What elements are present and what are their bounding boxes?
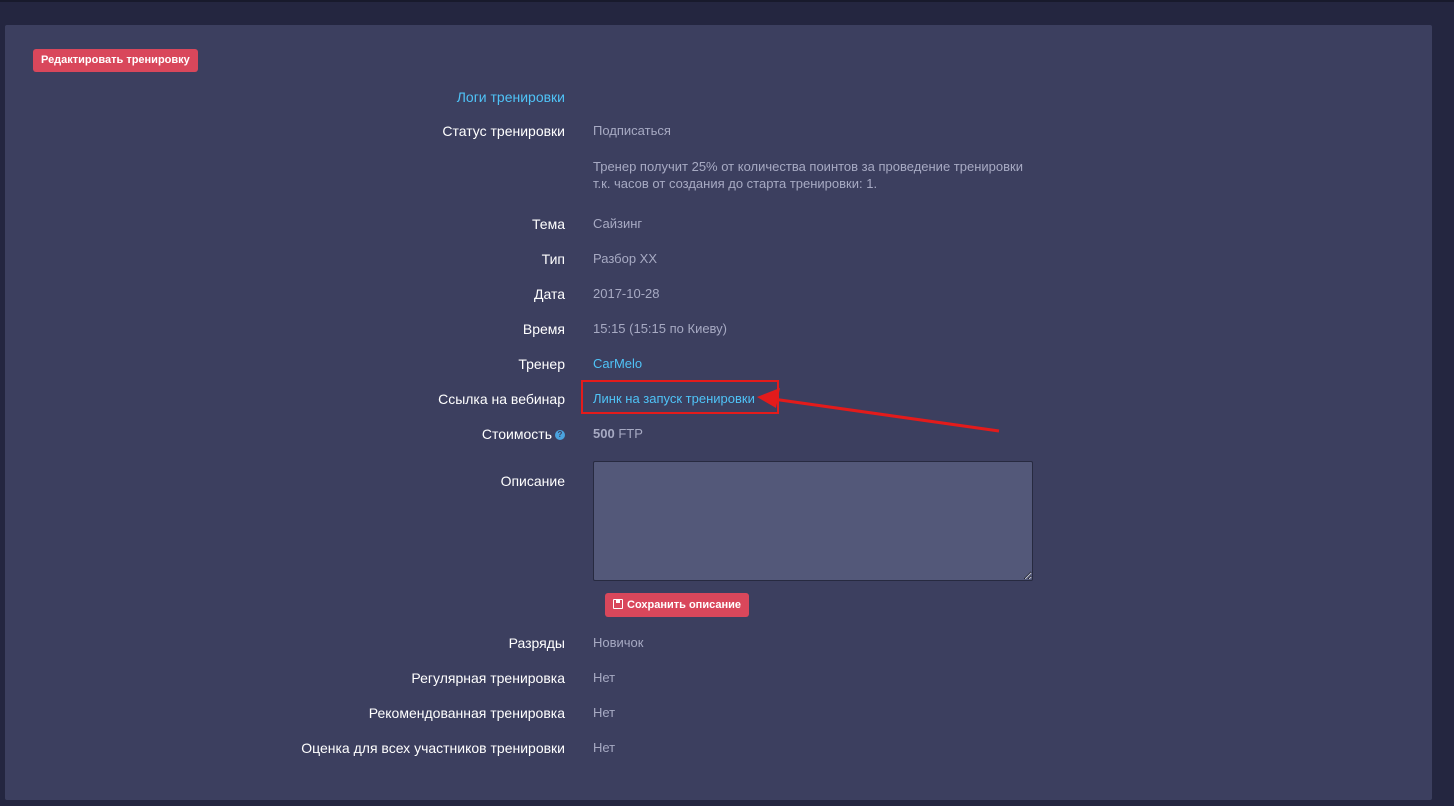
training-details-panel: Редактировать тренировку Логи тренировки… (5, 25, 1432, 800)
top-bar (0, 0, 1454, 2)
annotation-arrow-icon (757, 388, 1000, 433)
